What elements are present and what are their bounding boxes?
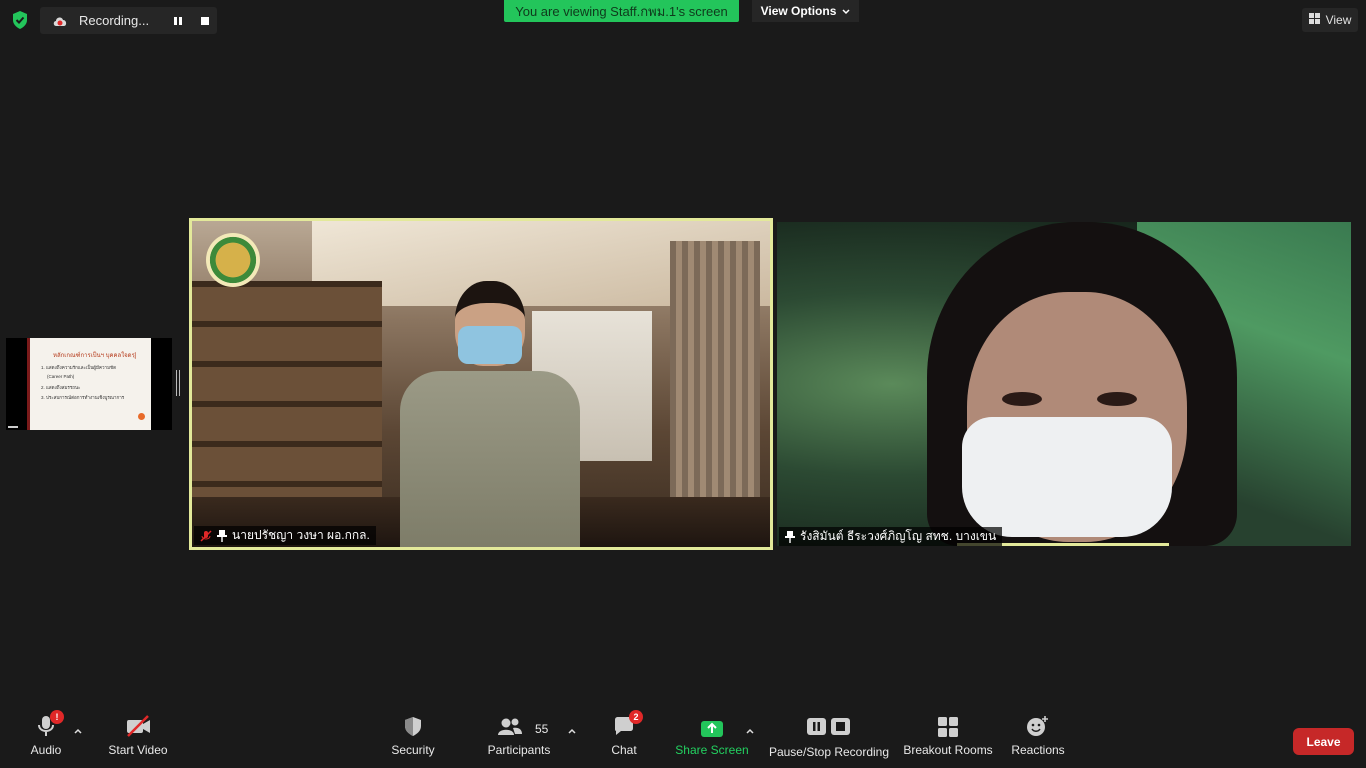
- security-button[interactable]: Security: [388, 708, 438, 768]
- emblem-logo: [206, 233, 260, 287]
- participant-name: รังสิมันต์ ธีระวงศ์ภิญโญ สทช. บางเขน: [800, 529, 997, 543]
- aurora-background: [777, 222, 1351, 546]
- breakout-rooms-label: Breakout Rooms: [903, 743, 993, 757]
- chat-bubble-icon: 2: [612, 708, 643, 738]
- start-video-button[interactable]: Start Video: [104, 708, 172, 768]
- slide-line: 1. แสดงถึงความรักและเป็นผู้มีความชัด: [41, 365, 117, 370]
- shield-icon: [403, 708, 423, 738]
- eye-shape: [1002, 392, 1042, 406]
- view-button[interactable]: View: [1302, 8, 1358, 32]
- participant-video-figure: [400, 281, 580, 547]
- pin-icon: [785, 530, 795, 543]
- screen-share-banner: You are viewing Staff.กพม.1's screen: [504, 0, 739, 22]
- pause-stop-recording-button[interactable]: Pause/Stop Recording: [768, 708, 890, 768]
- slide-line: 3. ประสบการณ์ต่อการทำงานเชิงบูรณาการ: [41, 395, 125, 400]
- uniform-shape: [400, 371, 580, 547]
- participants-options-caret[interactable]: [566, 724, 578, 736]
- leave-meeting-button[interactable]: Leave: [1293, 728, 1354, 755]
- video-off-icon: [124, 708, 152, 738]
- slide-title: หลักเกณฑ์การเป็นฯ บุคคลใจดรฺ]: [53, 353, 137, 359]
- eye-shape: [1097, 392, 1137, 406]
- pause-recording-button[interactable]: [170, 13, 186, 29]
- share-options-caret[interactable]: [744, 724, 756, 736]
- split-drag-handle[interactable]: [176, 370, 180, 396]
- curtain-decor: [670, 241, 760, 531]
- view-options-button[interactable]: View Options: [752, 0, 859, 22]
- participants-count: 55: [535, 722, 549, 736]
- microphone-icon: !: [36, 708, 64, 738]
- participant-name-tag: นายปรัชญา วงษา ผอ.กกล.: [194, 526, 376, 545]
- view-options-label: View Options: [760, 4, 837, 18]
- start-video-label: Start Video: [108, 743, 168, 757]
- pause-stop-icon: [805, 708, 853, 738]
- participant-name-tag: รังสิมันต์ ธีระวงศ์ภิญโญ สทช. บางเขน: [779, 527, 1003, 546]
- reactions-smiley-icon: [1025, 708, 1051, 738]
- pause-stop-recording-label: Pause/Stop Recording: [768, 745, 890, 759]
- reactions-button[interactable]: Reactions: [1008, 708, 1068, 768]
- security-label: Security: [391, 743, 435, 757]
- slide-line: 2. แสดงถึงสมรรถนะ: [41, 385, 81, 390]
- breakout-rooms-button[interactable]: Breakout Rooms: [902, 708, 994, 768]
- share-screen-label: Share Screen: [675, 743, 749, 757]
- recording-label: Recording...: [79, 13, 150, 28]
- office-background: [192, 221, 770, 547]
- slide-logo-dot: [138, 413, 145, 420]
- pin-icon: [217, 529, 227, 542]
- reactions-label: Reactions: [1011, 743, 1065, 757]
- meeting-controls-toolbar: ! Audio Start Video Security 55 Particip…: [0, 708, 1366, 768]
- participants-button[interactable]: 55 Participants: [484, 708, 554, 768]
- participant-name: นายปรัชญา วงษา ผอ.กกล.: [232, 528, 370, 542]
- participants-label: Participants: [487, 743, 551, 757]
- thumbnail-marker: [8, 426, 18, 428]
- participants-icon: 55: [484, 708, 554, 738]
- slide-line: (Career Path): [47, 374, 75, 379]
- recording-indicator: Recording...: [40, 7, 217, 34]
- audio-label: Audio: [30, 743, 62, 757]
- chat-button[interactable]: 2 Chat: [604, 708, 644, 768]
- cloud-record-icon: [52, 14, 68, 28]
- chat-label: Chat: [611, 743, 637, 757]
- video-tile-participant-2[interactable]: รังสิมันต์ ธีระวงศ์ภิญโญ สทช. บางเขน: [777, 222, 1351, 546]
- audio-options-caret[interactable]: [72, 724, 84, 736]
- chat-unread-badge: 2: [629, 710, 643, 724]
- stop-recording-button[interactable]: [197, 13, 213, 29]
- video-tile-participant-1[interactable]: นายปรัชญา วงษา ผอ.กกล.: [189, 218, 773, 550]
- shield-check-icon[interactable]: [10, 10, 30, 30]
- slide-accent-bar: [27, 338, 30, 430]
- breakout-rooms-icon: [936, 708, 960, 738]
- face-mask-shape: [458, 326, 522, 364]
- shared-screen-thumbnail[interactable]: หลักเกณฑ์การเป็นฯ บุคคลใจดรฺ] 1. แสดงถึง…: [6, 338, 172, 430]
- view-label: View: [1325, 13, 1352, 27]
- face-mask-shape: [962, 417, 1172, 537]
- audio-button[interactable]: ! Audio: [26, 708, 66, 768]
- share-screen-button[interactable]: Share Screen: [674, 708, 750, 768]
- audio-alert-badge: !: [50, 710, 64, 724]
- grid-view-icon: [1308, 13, 1320, 27]
- slide-preview: หลักเกณฑ์การเป็นฯ บุคคลใจดรฺ] 1. แสดงถึง…: [27, 338, 151, 430]
- mic-muted-icon: [200, 529, 212, 542]
- share-screen-icon: [699, 708, 725, 738]
- chevron-down-icon: [842, 4, 850, 18]
